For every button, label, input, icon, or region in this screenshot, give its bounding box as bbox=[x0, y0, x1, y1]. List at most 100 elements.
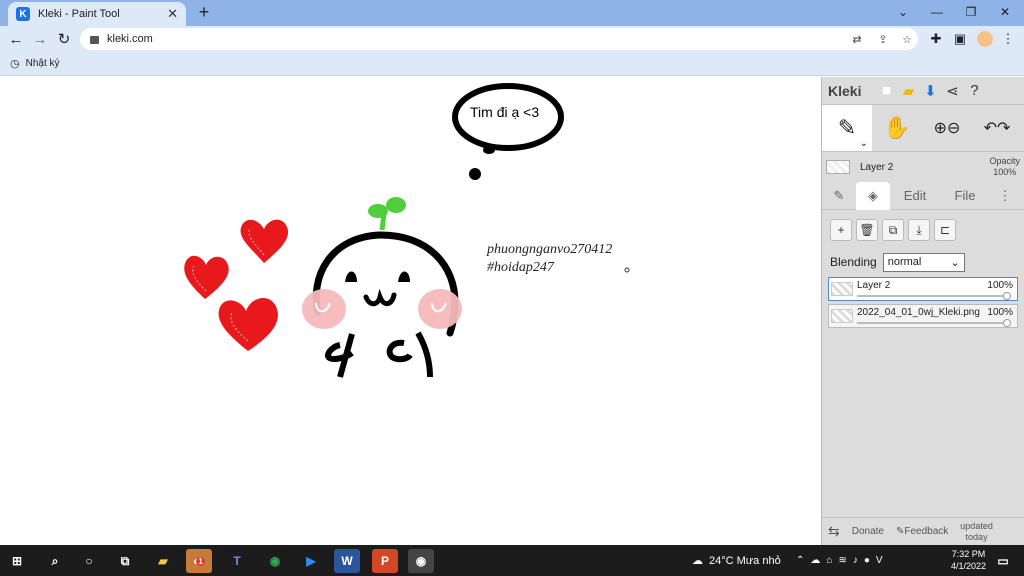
tab-file[interactable]: File bbox=[940, 182, 990, 210]
system-tray[interactable]: ⌃ ☁ ⌂ ≋ ♪ ● V bbox=[796, 545, 883, 576]
hand-right bbox=[386, 339, 413, 363]
chevron-down-icon: ⌄ bbox=[950, 256, 960, 269]
help-icon[interactable]: ? bbox=[963, 81, 985, 101]
profile-avatar[interactable] bbox=[977, 31, 993, 47]
updated-label: updated today bbox=[960, 520, 993, 542]
history-icon: ◷ bbox=[10, 58, 20, 70]
brush-tool-button[interactable]: ✎ ⌄ bbox=[822, 105, 872, 151]
network-icon[interactable]: ⌂ bbox=[826, 555, 832, 566]
pen-icon: ✎ bbox=[895, 526, 905, 537]
forward-button[interactable]: → bbox=[30, 29, 50, 49]
close-window-button[interactable]: ✕ bbox=[988, 0, 1022, 24]
app-icon[interactable]: ◐1 bbox=[186, 549, 212, 573]
download-icon[interactable]: ⬇ bbox=[919, 81, 941, 101]
tool-row: ✎ ⌄ ✋ ⊕⊖ ↶↷ bbox=[822, 105, 1024, 152]
current-layer-name: Layer 2 bbox=[860, 161, 894, 173]
layer-item-layer2[interactable]: Layer 2 100% bbox=[828, 277, 1018, 301]
mouth bbox=[363, 288, 397, 307]
share-icon[interactable]: ⇪ bbox=[876, 32, 890, 46]
more-icon[interactable]: ⋮ bbox=[990, 182, 1020, 210]
merge-layer-button[interactable]: ⤓ bbox=[908, 219, 930, 241]
file-explorer-icon[interactable]: ▰ bbox=[150, 549, 176, 573]
extensions-icon[interactable]: ✚ bbox=[926, 29, 946, 49]
ime-icon[interactable]: V bbox=[876, 555, 883, 566]
start-button[interactable]: ⊞ bbox=[4, 549, 30, 573]
task-view-icon[interactable]: ⧉ bbox=[112, 549, 138, 573]
bookmark-nhat-ky[interactable]: Nhật ký bbox=[26, 58, 60, 69]
panel-tabs: ✎ ◈ Edit File ⋮ bbox=[822, 181, 1024, 210]
slider-knob[interactable] bbox=[1003, 292, 1011, 300]
duplicate-layer-button[interactable]: ⧉ bbox=[882, 219, 904, 241]
kleki-logo: Kleki bbox=[828, 82, 862, 99]
reload-button[interactable]: ↻ bbox=[54, 29, 74, 49]
open-folder-icon[interactable]: ▰ bbox=[897, 81, 919, 101]
weather-widget[interactable]: ☁ 24°C Mưa nhỏ bbox=[692, 545, 781, 576]
tab-title: Kleki - Paint Tool bbox=[38, 8, 120, 20]
bubble-dot-large bbox=[483, 146, 495, 154]
minimize-button[interactable]: — bbox=[920, 0, 954, 24]
zoom-icon[interactable]: ▶ bbox=[298, 549, 324, 573]
volume-icon[interactable]: ♪ bbox=[853, 555, 858, 566]
mic-icon[interactable]: ● bbox=[864, 555, 870, 566]
tab-edit[interactable]: Edit bbox=[890, 182, 940, 210]
tab-close-icon[interactable]: ✕ bbox=[167, 6, 178, 22]
rename-layer-button[interactable]: ⊏ bbox=[934, 219, 956, 241]
tab-search-icon[interactable]: ⌄ bbox=[886, 0, 920, 24]
feedback-link[interactable]: ✎ Feedback bbox=[890, 526, 954, 537]
bubble-dot-small bbox=[469, 168, 481, 180]
browser-toolbar: ← → ↻ kleki.com ⇄ ⇪ ☆ ✚ ▣ ⋮ bbox=[0, 26, 1024, 52]
layer-thumbnail bbox=[831, 309, 853, 323]
heart-left bbox=[184, 255, 229, 299]
translate-icon[interactable]: ⇄ bbox=[850, 32, 864, 46]
swap-icon[interactable]: ⇆ bbox=[822, 523, 846, 540]
browser-tab[interactable]: K Kleki - Paint Tool ✕ bbox=[8, 2, 186, 26]
teams-icon[interactable]: T bbox=[224, 549, 250, 573]
layer-opacity-slider[interactable] bbox=[857, 295, 1007, 297]
back-button[interactable]: ← bbox=[6, 29, 26, 49]
slider-knob[interactable] bbox=[1003, 319, 1011, 327]
delete-layer-button[interactable]: 🗑 bbox=[856, 219, 878, 241]
cheek-right bbox=[418, 289, 462, 329]
cortana-icon[interactable]: ○ bbox=[76, 549, 102, 573]
restore-button[interactable]: ❐ bbox=[954, 0, 988, 24]
hand-tool-button[interactable]: ✋ bbox=[872, 105, 922, 151]
cheek-left bbox=[302, 289, 346, 329]
blending-select[interactable]: normal ⌄ bbox=[882, 252, 965, 272]
chrome-icon[interactable]: ◉ bbox=[262, 549, 288, 573]
clock[interactable]: 7:32 PM 4/1/2022 bbox=[951, 548, 986, 572]
drawing-canvas[interactable]: Tim đi ạ <3 phuongnganvo270412 #hoidap24… bbox=[0, 77, 821, 545]
brush-cursor-icon bbox=[624, 267, 630, 273]
zoom-buttons[interactable]: ⊕⊖ bbox=[922, 105, 972, 151]
bookmark-star-icon[interactable]: ☆ bbox=[900, 32, 914, 46]
tab-layers[interactable]: ◈ bbox=[856, 181, 890, 210]
chrome-active-icon[interactable]: ◉ bbox=[408, 549, 434, 573]
watermark-line1: phuongnganvo270412 bbox=[486, 242, 612, 257]
layer-item-background[interactable]: 2022_04_01_0wj_Kleki.png 100% bbox=[828, 304, 1018, 328]
undo-redo-buttons[interactable]: ↶↷ bbox=[972, 105, 1022, 151]
search-icon[interactable]: ⌕ bbox=[42, 549, 68, 573]
new-image-icon[interactable]: ■ bbox=[875, 81, 897, 101]
share-icon[interactable]: ⋖ bbox=[941, 81, 963, 101]
address-bar[interactable]: kleki.com ⇄ ⇪ ☆ bbox=[80, 28, 918, 50]
word-icon[interactable]: W bbox=[334, 549, 360, 573]
chevron-up-icon[interactable]: ⌃ bbox=[796, 555, 804, 566]
tab-brush[interactable]: ✎ bbox=[822, 182, 856, 210]
body-right bbox=[415, 331, 433, 378]
heart-bottom bbox=[218, 297, 278, 351]
donate-link[interactable]: Donate bbox=[846, 526, 890, 537]
side-panel-icon[interactable]: ▣ bbox=[950, 29, 970, 49]
wifi-icon[interactable]: ≋ bbox=[838, 555, 846, 566]
sprout-leaf-left bbox=[368, 204, 388, 218]
notifications-icon[interactable]: ▭ bbox=[990, 549, 1016, 573]
onedrive-icon[interactable]: ☁ bbox=[810, 555, 820, 566]
menu-kebab-icon[interactable]: ⋮ bbox=[998, 29, 1018, 49]
kleki-favicon-icon: K bbox=[16, 7, 30, 21]
windows-taskbar: ⊞ ⌕ ○ ⧉ ▰ ◐1 T ◉ ▶ W P ◉ ☁ 24°C Mưa nhỏ … bbox=[0, 545, 1024, 576]
current-layer-info: Layer 2 Opacity 100% bbox=[822, 152, 1024, 182]
powerpoint-icon[interactable]: P bbox=[372, 549, 398, 573]
layer-opacity-slider[interactable] bbox=[857, 322, 1007, 324]
chevron-down-icon[interactable]: ⌄ bbox=[860, 138, 868, 149]
add-layer-button[interactable]: + bbox=[830, 219, 852, 241]
eye-left bbox=[345, 271, 357, 282]
new-tab-button[interactable]: + bbox=[194, 2, 214, 22]
